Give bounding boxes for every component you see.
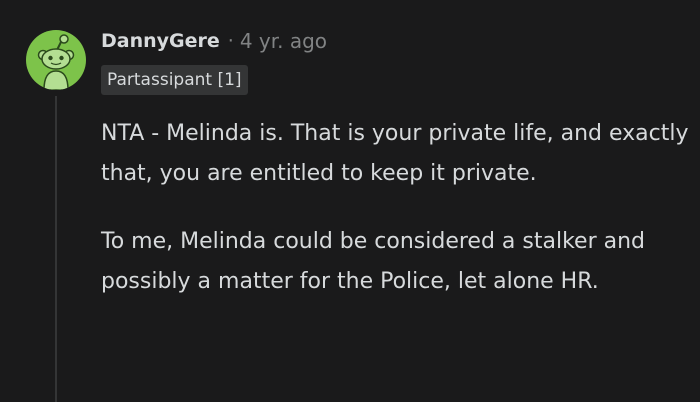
thread-line[interactable] xyxy=(55,96,57,402)
comment-paragraph: NTA - Melinda is. That is your private l… xyxy=(101,121,689,186)
snoo-avatar-icon xyxy=(37,34,75,90)
meta-separator: · xyxy=(227,30,234,52)
timestamp[interactable]: 4 yr. ago xyxy=(240,29,327,53)
comment-header: DannyGere · 4 yr. ago xyxy=(101,26,327,56)
comment: DannyGere · 4 yr. ago Partassipant [1] N… xyxy=(0,0,700,402)
comment-body: NTA - Melinda is. That is your private l… xyxy=(101,114,691,302)
author-username[interactable]: DannyGere xyxy=(101,30,220,52)
avatar[interactable] xyxy=(26,30,86,90)
user-flair: Partassipant [1] xyxy=(101,65,248,95)
comment-paragraph: To me, Melinda could be considered a sta… xyxy=(101,229,645,294)
